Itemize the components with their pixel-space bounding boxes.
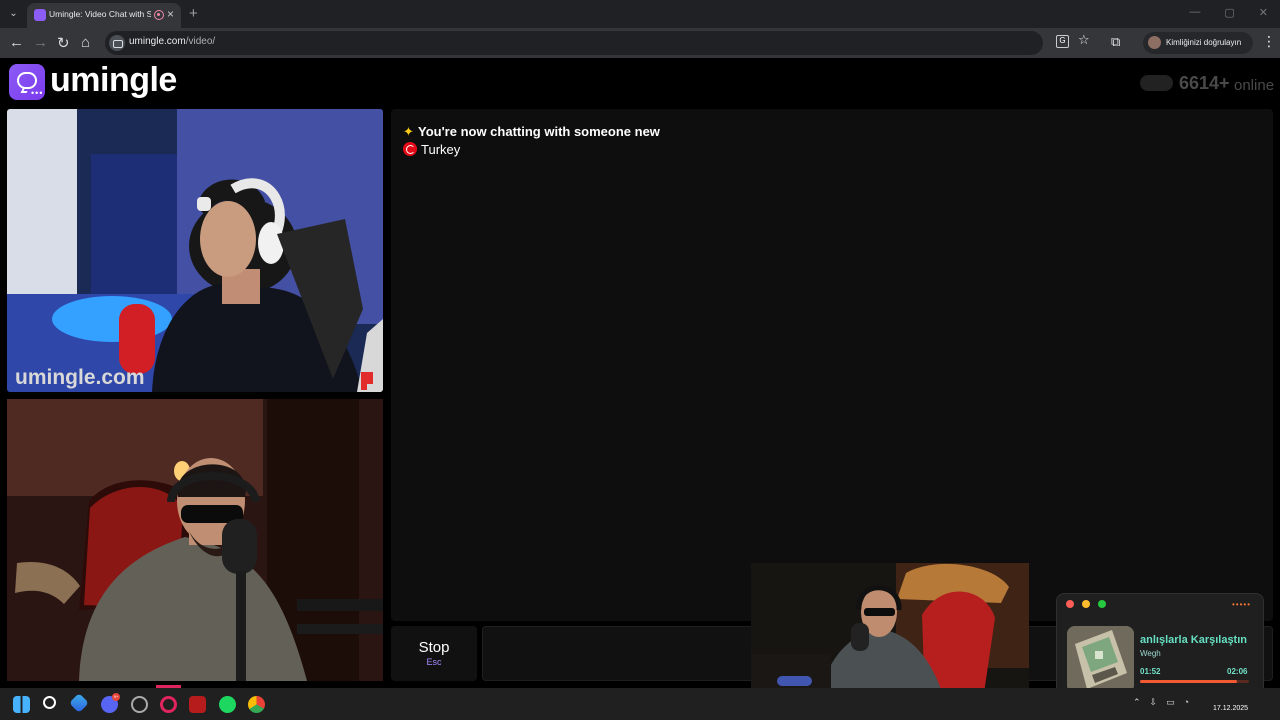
profile-verify-button[interactable]: Kimliğinizi doğrulayın [1143, 32, 1253, 54]
browser-menu-icon[interactable]: ⋮ [1262, 33, 1276, 50]
windows-start-icon[interactable] [13, 696, 30, 713]
windows-taskbar: 9+ ⌃⇩▭◔ 17.12.2025 [0, 688, 1280, 720]
back-icon[interactable]: ← [9, 34, 24, 51]
stop-button[interactable]: Stop Esc [391, 626, 477, 681]
recording-icon [154, 10, 164, 20]
current-time: 01:52 [1140, 667, 1161, 676]
stop-shortcut: Esc [426, 657, 442, 667]
chat-bubble-icon: ••• [17, 72, 42, 98]
tab-strip: ⌄ Umingle: Video Chat with S × + — ▢ ✕ [0, 0, 1280, 28]
track-progress-bar[interactable] [1140, 680, 1249, 683]
chrome-icon[interactable] [248, 696, 265, 713]
chat-status-message: ✦ You're now chatting with someone new [403, 124, 660, 139]
spotify-icon[interactable] [219, 696, 236, 713]
country-message: Turkey [403, 142, 460, 157]
site-info-icon[interactable] [109, 35, 125, 51]
widget-close-button[interactable] [1066, 600, 1074, 608]
window-controls: — ▢ ✕ [1189, 6, 1268, 19]
stranger-video: umingle.com [7, 109, 383, 392]
translate-icon[interactable]: G [1056, 35, 1069, 48]
online-label: online [1234, 77, 1275, 94]
umingle-logo-icon[interactable]: ••• [9, 64, 45, 100]
brand-logo-text[interactable]: umingle [50, 61, 177, 100]
track-title: anlışlarla Karşılaştın [1140, 634, 1247, 646]
widget-maximize-button[interactable] [1098, 600, 1106, 608]
widget-minimize-button[interactable] [1082, 600, 1090, 608]
profile-label: Kimliğinizi doğrulayın [1166, 38, 1242, 47]
forward-icon[interactable]: → [33, 34, 48, 51]
clock-app-icon[interactable] [131, 696, 148, 713]
home-icon[interactable]: ⌂ [81, 34, 90, 51]
tab-title: Umingle: Video Chat with S [49, 9, 151, 19]
address-bar[interactable]: umingle.com/video/ [105, 31, 1043, 55]
track-artist: Wegh [1140, 649, 1161, 658]
phone-cover-image [1067, 626, 1134, 693]
bookmark-star-icon[interactable]: ☆ [1078, 32, 1090, 48]
url-text: umingle.com/video/ [129, 36, 216, 47]
online-count: 6614+ [1179, 73, 1230, 93]
track-progress-fill [1140, 680, 1237, 683]
streaming-app-icon[interactable] [189, 696, 206, 713]
maximize-button[interactable]: ▢ [1224, 6, 1234, 19]
discord-notification-badge: 9+ [112, 693, 120, 701]
stranger-video-image: umingle.com [7, 109, 383, 392]
self-video [7, 399, 383, 681]
new-tab-button[interactable]: + [189, 5, 198, 22]
reload-icon[interactable]: ↻ [57, 34, 70, 52]
task-view-icon[interactable] [69, 693, 89, 713]
minimize-button[interactable]: — [1189, 6, 1200, 19]
widget-menu-icon[interactable]: ••••• [1232, 600, 1251, 609]
system-tray-icons[interactable]: ⌃⇩▭◔ [1133, 697, 1198, 708]
taskbar-date[interactable]: 17.12.2025 [1213, 705, 1248, 712]
close-window-button[interactable]: ✕ [1259, 6, 1268, 19]
chat-panel: ✦ You're now chatting with someone new Tu… [391, 109, 1273, 621]
total-time: 02:06 [1227, 667, 1248, 676]
browser-toolbar: ← → ↻ ⌂ umingle.com/video/ G ☆ ⧉ Kimliği… [0, 28, 1280, 58]
tab-close-icon[interactable]: × [167, 7, 174, 21]
online-toggle[interactable] [1140, 75, 1173, 91]
turkey-flag-icon [403, 142, 417, 156]
stop-label: Stop [418, 639, 450, 656]
music-player-widget[interactable]: ••••• anlışlarla Karşılaştın Wegh 01:52 … [1056, 593, 1264, 701]
album-art [1067, 626, 1134, 693]
active-app-indicator [156, 685, 181, 688]
browser-chrome: ⌄ Umingle: Video Chat with S × + — ▢ ✕ ←… [0, 0, 1280, 58]
opera-gx-icon[interactable] [160, 696, 177, 713]
extensions-icon[interactable]: ⧉ [1111, 34, 1120, 50]
sparkles-icon: ✦ [403, 124, 414, 139]
profile-avatar [1148, 36, 1161, 49]
self-video-image [7, 399, 383, 681]
active-tab[interactable]: Umingle: Video Chat with S × [27, 3, 181, 28]
umingle-watermark: umingle.com [15, 366, 145, 389]
umingle-favicon-icon [34, 9, 46, 21]
search-icon[interactable] [43, 696, 56, 709]
tab-search-button[interactable]: ⌄ [5, 5, 22, 22]
